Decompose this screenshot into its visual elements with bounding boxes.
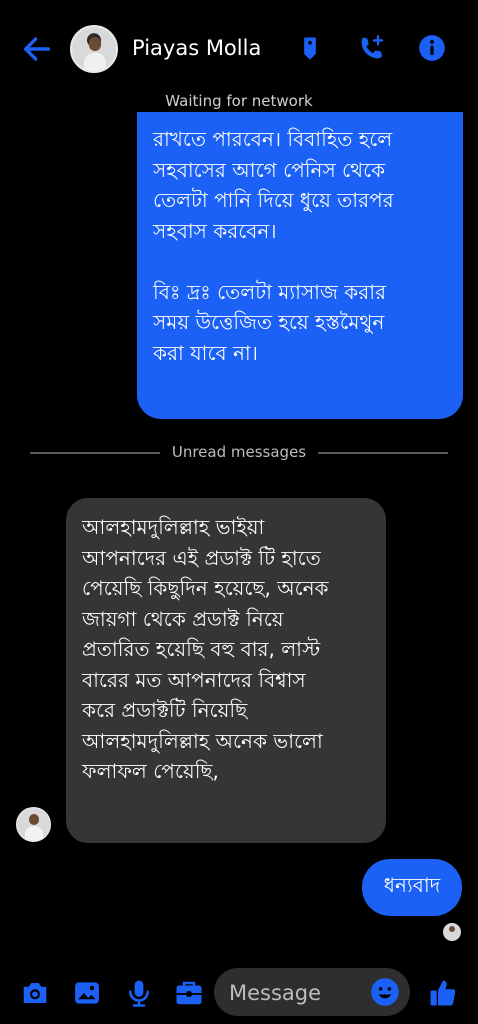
emoji-icon[interactable]: [370, 977, 400, 1007]
seen-avatar-indicator: [443, 923, 461, 941]
info-icon[interactable]: [418, 34, 446, 62]
incoming-message-bubble[interactable]: আলহামদুলিল্লাহ ভাইয়া আপনাদের এই প্রডাক্…: [66, 498, 386, 843]
contact-name[interactable]: Piayas Molla: [132, 36, 261, 60]
like-icon[interactable]: [428, 978, 458, 1008]
outgoing-message-bubble[interactable]: ধন্যবাদ: [362, 859, 462, 916]
outgoing-message-text: রাখতে পারবেন। বিবাহিত হলে সহবাসের আগে পে…: [153, 127, 394, 365]
tag-icon[interactable]: [296, 34, 324, 62]
back-arrow-icon[interactable]: [20, 32, 54, 66]
gallery-icon[interactable]: [72, 978, 102, 1008]
outgoing-message-text: ধন্যবাদ: [383, 873, 441, 897]
incoming-message-text: আলহামদুলিল্লাহ ভাইয়া আপনাদের এই প্রডাক্…: [82, 515, 329, 783]
sender-avatar[interactable]: [16, 807, 51, 842]
chat-header: Piayas Molla Waiting for network: [0, 0, 478, 110]
composer-bar: Message: [0, 962, 478, 1024]
toolbox-icon[interactable]: [174, 978, 204, 1008]
message-input[interactable]: Message: [214, 968, 410, 1016]
unread-divider-label: Unread messages: [171, 443, 307, 461]
microphone-icon[interactable]: [124, 978, 154, 1008]
call-add-icon[interactable]: [357, 34, 385, 62]
outgoing-message-bubble[interactable]: রাখতে পারবেন। বিবাহিত হলে সহবাসের আগে পে…: [137, 112, 463, 419]
message-input-placeholder: Message: [229, 981, 322, 1005]
unread-divider: Unread messages: [0, 441, 478, 463]
contact-avatar[interactable]: [70, 25, 118, 73]
camera-icon[interactable]: [20, 978, 50, 1008]
network-status: Waiting for network: [165, 92, 313, 110]
